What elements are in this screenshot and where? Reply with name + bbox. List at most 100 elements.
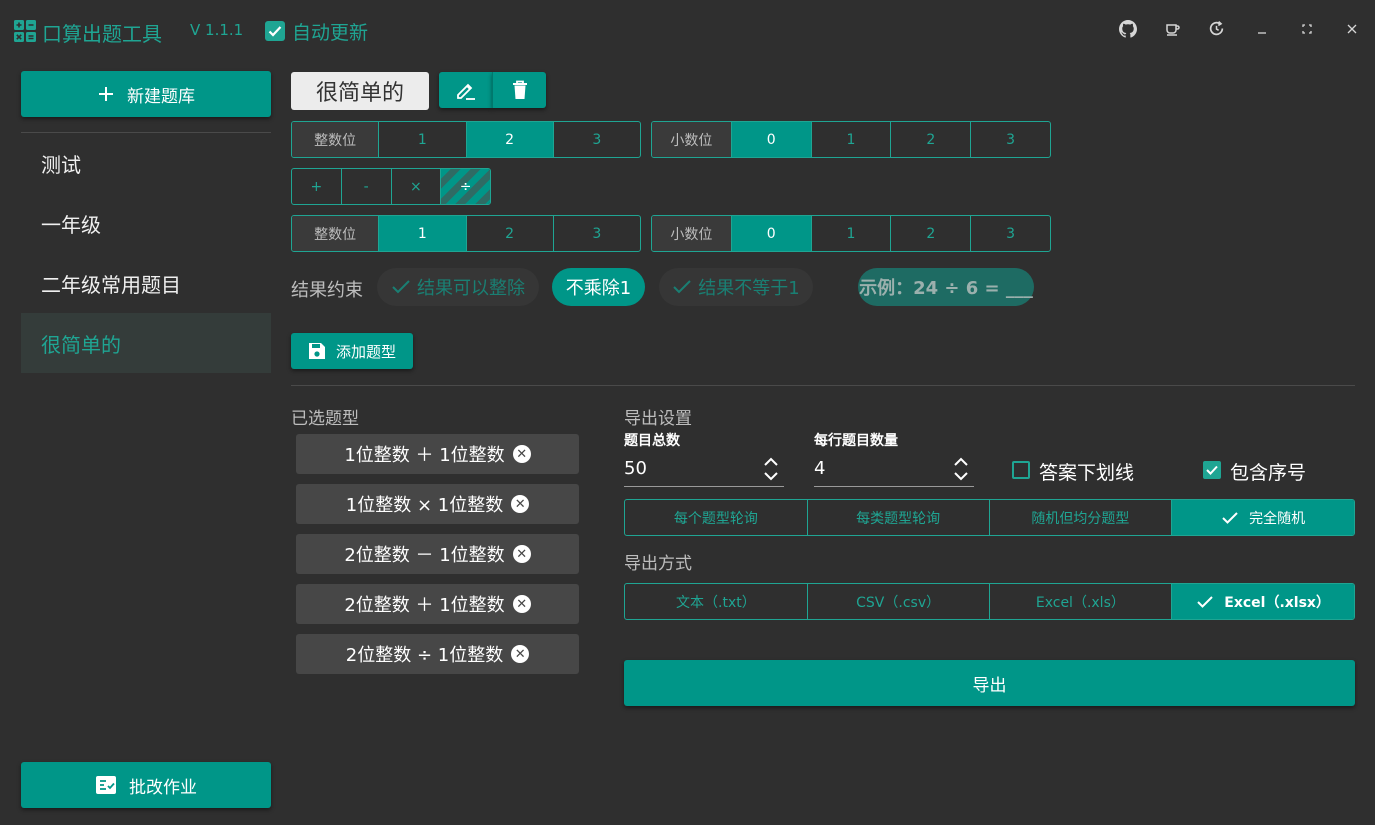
order-option[interactable]: 每个题型轮询 xyxy=(625,500,807,535)
add-question-type-label: 添加题型 xyxy=(335,342,396,361)
operand2-int-option[interactable]: 3 xyxy=(552,216,640,251)
sidebar-item-test[interactable]: 测试 xyxy=(21,133,271,193)
rename-bank-button[interactable] xyxy=(439,72,492,108)
underline-label[interactable]: 答案下划线 xyxy=(1039,458,1134,485)
underline-checkbox[interactable] xyxy=(1012,461,1030,479)
order-option[interactable]: 每类题型轮询 xyxy=(806,500,989,535)
sidebar-item-grade-two[interactable]: 二年级常用题目 xyxy=(21,253,271,313)
trash-icon xyxy=(512,80,527,99)
bank-name: 很简单的 xyxy=(291,72,429,110)
github-icon[interactable] xyxy=(1118,20,1138,42)
remove-icon[interactable]: ✕ xyxy=(512,545,531,563)
export-method-title: 导出方式 xyxy=(624,554,692,574)
minimize-icon[interactable] xyxy=(1252,20,1272,42)
selected-type-item: 2位整数 ＋ 1位整数 ✕ xyxy=(296,584,579,624)
operand1-int-option[interactable]: 1 xyxy=(378,122,465,157)
save-icon xyxy=(308,343,325,359)
add-question-type-button[interactable]: 添加题型 xyxy=(291,333,413,369)
remove-icon[interactable]: ✕ xyxy=(512,445,531,463)
order-option[interactable]: 随机但均分题型 xyxy=(988,500,1172,535)
check-icon xyxy=(1206,465,1218,475)
total-value: 50 xyxy=(624,458,647,479)
section-divider xyxy=(291,385,1355,386)
chevron-down-icon[interactable] xyxy=(954,471,968,481)
operand1-dec-option[interactable]: 0 xyxy=(730,122,811,157)
update-icon[interactable] xyxy=(1206,20,1226,42)
order-option-selected[interactable]: 完全随机 xyxy=(1171,500,1354,535)
operand1-dec-option[interactable]: 1 xyxy=(810,122,891,157)
total-stepper[interactable] xyxy=(764,457,778,481)
close-icon[interactable] xyxy=(1342,20,1362,42)
format-option-csv[interactable]: CSV（.csv） xyxy=(806,584,989,619)
not-equal-one-chip[interactable]: 结果不等于1 xyxy=(659,268,813,306)
maximize-icon[interactable] xyxy=(1297,20,1317,42)
divisible-label: 结果可以整除 xyxy=(417,278,525,299)
operand1-dec-digits: 小数位 0 1 2 3 xyxy=(651,121,1051,158)
operator-multiply[interactable]: × xyxy=(390,169,441,204)
check-icon xyxy=(673,280,691,294)
check-icon xyxy=(1222,511,1238,524)
operand1-int-digits: 整数位 1 2 3 xyxy=(291,121,641,158)
operand1-int-option[interactable]: 3 xyxy=(552,122,640,157)
format-option-xlsx[interactable]: Excel（.xlsx） xyxy=(1171,584,1354,619)
remove-icon[interactable]: ✕ xyxy=(511,495,530,513)
no-mul-div-one-chip[interactable]: 不乘除1 xyxy=(552,268,645,306)
sidebar-item-easy[interactable]: 很简单的 xyxy=(21,313,271,373)
operand2-int-option[interactable]: 1 xyxy=(378,216,466,251)
total-field[interactable]: 50 xyxy=(624,451,784,487)
operator-divide[interactable]: ÷ xyxy=(440,169,490,204)
chevron-down-icon[interactable] xyxy=(764,471,778,481)
selected-type-item: 1位整数 ＋ 1位整数 ✕ xyxy=(296,434,579,474)
operand2-dec-option[interactable]: 0 xyxy=(730,216,811,251)
total-label: 题目总数 xyxy=(624,433,680,449)
int-digits-label: 整数位 xyxy=(292,216,379,251)
operand1-dec-option[interactable]: 2 xyxy=(890,122,970,157)
operand1-dec-option[interactable]: 3 xyxy=(970,122,1050,157)
index-label[interactable]: 包含序号 xyxy=(1230,458,1306,485)
operand1-int-option[interactable]: 2 xyxy=(465,122,553,157)
format-option-xls[interactable]: Excel（.xls） xyxy=(988,584,1172,619)
selected-types-title: 已选题型 xyxy=(291,409,359,429)
per-row-label: 每行题目数量 xyxy=(814,433,898,449)
export-settings-title: 导出设置 xyxy=(624,409,692,429)
selected-type-label: 2位整数 － 1位整数 xyxy=(344,545,505,566)
coffee-icon[interactable] xyxy=(1163,20,1183,42)
operand2-dec-option[interactable]: 3 xyxy=(970,216,1050,251)
selected-type-label: 2位整数 ÷ 1位整数 xyxy=(345,645,504,666)
format-option-label: Excel（.xlsx） xyxy=(1224,594,1330,611)
check-icon xyxy=(268,26,282,37)
delete-bank-button[interactable] xyxy=(492,72,546,108)
int-digits-label: 整数位 xyxy=(292,122,379,157)
selected-type-label: 2位整数 ＋ 1位整数 xyxy=(344,595,505,616)
operator-minus[interactable]: - xyxy=(340,169,391,204)
format-option-txt[interactable]: 文本（.txt） xyxy=(625,584,807,619)
example-chip: 示例：24 ÷ 6 = ___ xyxy=(858,268,1034,306)
per-row-value: 4 xyxy=(814,458,826,479)
chevron-up-icon[interactable] xyxy=(764,457,778,466)
operand2-dec-option[interactable]: 1 xyxy=(810,216,891,251)
auto-update-checkbox[interactable] xyxy=(265,21,285,41)
auto-update-label[interactable]: 自动更新 xyxy=(292,18,368,45)
operand2-int-digits: 整数位 1 2 3 xyxy=(291,215,641,252)
index-checkbox[interactable] xyxy=(1203,461,1221,479)
dec-digits-label: 小数位 xyxy=(652,122,731,157)
sidebar-item-grade-one[interactable]: 一年级 xyxy=(21,193,271,253)
chevron-up-icon[interactable] xyxy=(954,457,968,466)
per-row-stepper[interactable] xyxy=(954,457,968,481)
remove-icon[interactable]: ✕ xyxy=(511,645,530,663)
plus-icon xyxy=(99,87,113,101)
selected-type-label: 1位整数 × 1位整数 xyxy=(345,495,504,516)
operand2-dec-digits: 小数位 0 1 2 3 xyxy=(651,215,1051,252)
grade-homework-button[interactable]: 批改作业 xyxy=(21,762,271,808)
pencil-icon xyxy=(456,83,475,100)
order-option-label: 完全随机 xyxy=(1249,510,1306,527)
export-button[interactable]: 导出 xyxy=(624,660,1355,706)
operand2-int-option[interactable]: 2 xyxy=(465,216,553,251)
operand2-dec-option[interactable]: 2 xyxy=(890,216,970,251)
per-row-field[interactable]: 4 xyxy=(814,451,974,487)
title-bar: 口算出题工具 V 1.1.1 自动更新 xyxy=(0,0,1375,62)
new-bank-button[interactable]: 新建题库 xyxy=(21,71,271,117)
divisible-chip[interactable]: 结果可以整除 xyxy=(377,268,539,306)
remove-icon[interactable]: ✕ xyxy=(512,595,531,613)
operator-plus[interactable]: + xyxy=(292,169,341,204)
